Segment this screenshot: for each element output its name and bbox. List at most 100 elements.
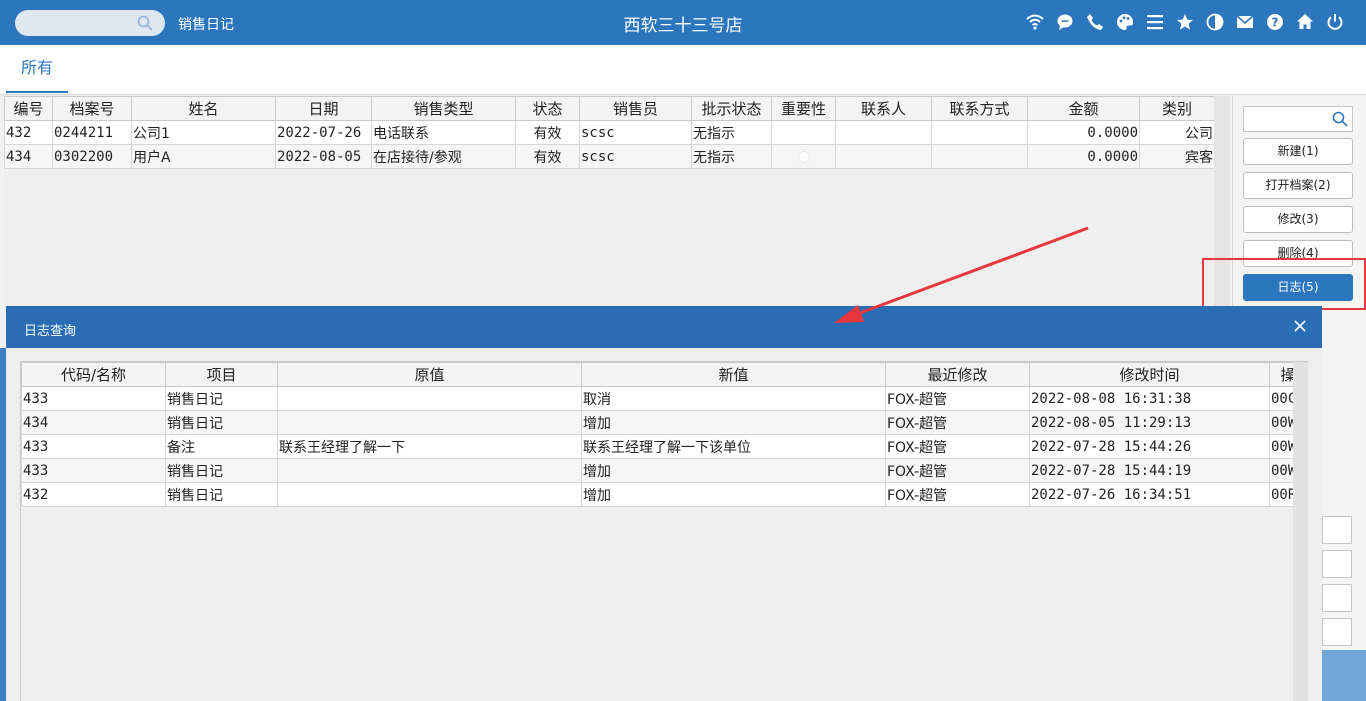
- cell-file-no: 0244211: [52, 120, 132, 145]
- log-row[interactable]: 433 销售日记 取消 FOX-超管 2022-08-08 16:31:38 0…: [21, 386, 1293, 411]
- menu-icon[interactable]: [1144, 11, 1166, 33]
- cell-item: 销售日记: [165, 410, 278, 435]
- col-header-contact-method[interactable]: 联系方式: [931, 96, 1028, 121]
- cell-old-value: [277, 386, 582, 411]
- cell-item: 销售日记: [165, 386, 278, 411]
- col-header-name[interactable]: 姓名: [131, 96, 276, 121]
- new-button[interactable]: 新建(1): [1243, 138, 1353, 165]
- star-icon[interactable]: [1174, 11, 1196, 33]
- cell-modified-time: 2022-07-28 15:44:19: [1029, 458, 1270, 483]
- cell-status: 有效: [515, 120, 580, 145]
- cell-last-modifier: FOX-超管: [885, 482, 1030, 507]
- chat-icon[interactable]: [1054, 11, 1076, 33]
- col-header-status[interactable]: 状态: [515, 96, 580, 121]
- search-icon[interactable]: [137, 15, 153, 31]
- log-row[interactable]: 433 销售日记 增加 FOX-超管 2022-07-28 15:44:19 0…: [21, 458, 1293, 483]
- global-search-input[interactable]: [15, 10, 165, 36]
- cell-name: 公司1: [131, 120, 276, 145]
- log-row[interactable]: 433 备注 联系王经理了解一下 联系王经理了解一下该单位 FOX-超管 202…: [21, 434, 1293, 459]
- module-title: 销售日记: [178, 17, 234, 33]
- panel-search-input[interactable]: [1243, 106, 1353, 132]
- col-header-old-value[interactable]: 原值: [277, 362, 582, 387]
- dialog-title: 日志查询: [24, 324, 77, 339]
- palette-icon[interactable]: [1114, 11, 1136, 33]
- cell-last-modifier: FOX-超管: [885, 386, 1030, 411]
- tab-all[interactable]: 所有: [6, 45, 68, 93]
- col-header-salesperson[interactable]: 销售员: [579, 96, 692, 121]
- cell-category: 宾客: [1139, 144, 1215, 169]
- dialog-body: 代码/名称 项目 原值 新值 最近修改 修改时间 操作 433 销售日记 取消: [20, 361, 1308, 701]
- toolbar-icons: ?: [1024, 11, 1346, 33]
- log-table-container: 代码/名称 项目 原值 新值 最近修改 修改时间 操作 433 销售日记 取消: [21, 362, 1293, 701]
- cell-new-value: 增加: [581, 410, 886, 435]
- open-file-button[interactable]: 打开档案(2): [1243, 172, 1353, 199]
- cell-operation: 00W: [1269, 434, 1293, 459]
- col-header-approval[interactable]: 批示状态: [691, 96, 772, 121]
- panel-field[interactable]: [1322, 584, 1352, 612]
- annotation-highlight-box: [1202, 258, 1366, 310]
- cell-operation: 00C: [1269, 386, 1293, 411]
- panel-field[interactable]: [1322, 550, 1352, 578]
- cell-id: 432: [4, 120, 53, 145]
- cell-new-value: 增加: [581, 458, 886, 483]
- cell-contact: [835, 120, 932, 145]
- col-header-new-value[interactable]: 新值: [581, 362, 886, 387]
- cell-code: 434: [21, 410, 166, 435]
- cell-amount: 0.0000: [1027, 120, 1140, 145]
- cell-item: 销售日记: [165, 458, 278, 483]
- cell-salesperson: scsc: [579, 120, 692, 145]
- col-header-contact[interactable]: 联系人: [835, 96, 932, 121]
- power-icon[interactable]: [1324, 11, 1346, 33]
- cell-old-value: [277, 410, 582, 435]
- cell-approval: 无指示: [691, 120, 772, 145]
- log-row[interactable]: 432 销售日记 增加 FOX-超管 2022-07-26 16:34:51 0…: [21, 482, 1293, 507]
- cell-operation: 00W: [1269, 458, 1293, 483]
- cell-old-value: [277, 482, 582, 507]
- wifi-icon[interactable]: [1024, 11, 1046, 33]
- theme-icon[interactable]: [1204, 11, 1226, 33]
- panel-field[interactable]: [1322, 516, 1352, 544]
- cell-date: 2022-07-26: [275, 120, 372, 145]
- search-icon[interactable]: [1332, 111, 1348, 127]
- col-header-sales-type[interactable]: 销售类型: [371, 96, 516, 121]
- close-icon[interactable]: [1292, 318, 1308, 334]
- col-header-importance[interactable]: 重要性: [771, 96, 836, 121]
- cell-code: 433: [21, 386, 166, 411]
- col-header-date[interactable]: 日期: [275, 96, 372, 121]
- col-header-id[interactable]: 编号: [4, 96, 53, 121]
- table-header-row: 编号 档案号 姓名 日期 销售类型 状态 销售员 批示状态 重要性 联系人 联系…: [4, 96, 1215, 121]
- col-header-amount[interactable]: 金额: [1027, 96, 1140, 121]
- cell-contact: [835, 144, 932, 169]
- help-icon[interactable]: ?: [1264, 11, 1286, 33]
- cell-old-value: 联系王经理了解一下: [277, 434, 582, 459]
- col-header-file-no[interactable]: 档案号: [52, 96, 132, 121]
- col-header-modified-time[interactable]: 修改时间: [1029, 362, 1270, 387]
- phone-icon[interactable]: [1084, 11, 1106, 33]
- mail-icon[interactable]: [1234, 11, 1256, 33]
- cell-code: 433: [21, 434, 166, 459]
- table-row[interactable]: 432 0244211 公司1 2022-07-26 电话联系 有效 scsc …: [4, 120, 1215, 145]
- home-icon[interactable]: [1294, 11, 1316, 33]
- cell-modified-time: 2022-08-05 11:29:13: [1029, 410, 1270, 435]
- col-header-operation[interactable]: 操作: [1269, 362, 1293, 387]
- cell-category: 公司: [1139, 120, 1215, 145]
- edit-button[interactable]: 修改(3): [1243, 206, 1353, 233]
- panel-field[interactable]: [1322, 618, 1352, 646]
- cell-operation: 00W: [1269, 410, 1293, 435]
- cell-code: 433: [21, 458, 166, 483]
- svg-text:?: ?: [1272, 16, 1279, 30]
- log-row[interactable]: 434 销售日记 增加 FOX-超管 2022-08-05 11:29:13 0…: [21, 410, 1293, 435]
- cell-last-modifier: FOX-超管: [885, 410, 1030, 435]
- col-header-category[interactable]: 类别: [1139, 96, 1215, 121]
- cell-importance: [771, 144, 836, 169]
- col-header-item[interactable]: 项目: [165, 362, 278, 387]
- log-table: 代码/名称 项目 原值 新值 最近修改 修改时间 操作 433 销售日记 取消: [21, 362, 1293, 507]
- log-table-scrollbar[interactable]: [1293, 362, 1308, 701]
- col-header-last-modifier[interactable]: 最近修改: [885, 362, 1030, 387]
- col-header-code[interactable]: 代码/名称: [21, 362, 166, 387]
- cell-salesperson: scsc: [579, 144, 692, 169]
- bottom-panel-strip: [1322, 650, 1366, 701]
- cell-modified-time: 2022-08-08 16:31:38: [1029, 386, 1270, 411]
- cell-contact-method: [931, 120, 1028, 145]
- table-row[interactable]: 434 0302200 用户A 2022-08-05 在店接待/参观 有效 sc…: [4, 144, 1215, 169]
